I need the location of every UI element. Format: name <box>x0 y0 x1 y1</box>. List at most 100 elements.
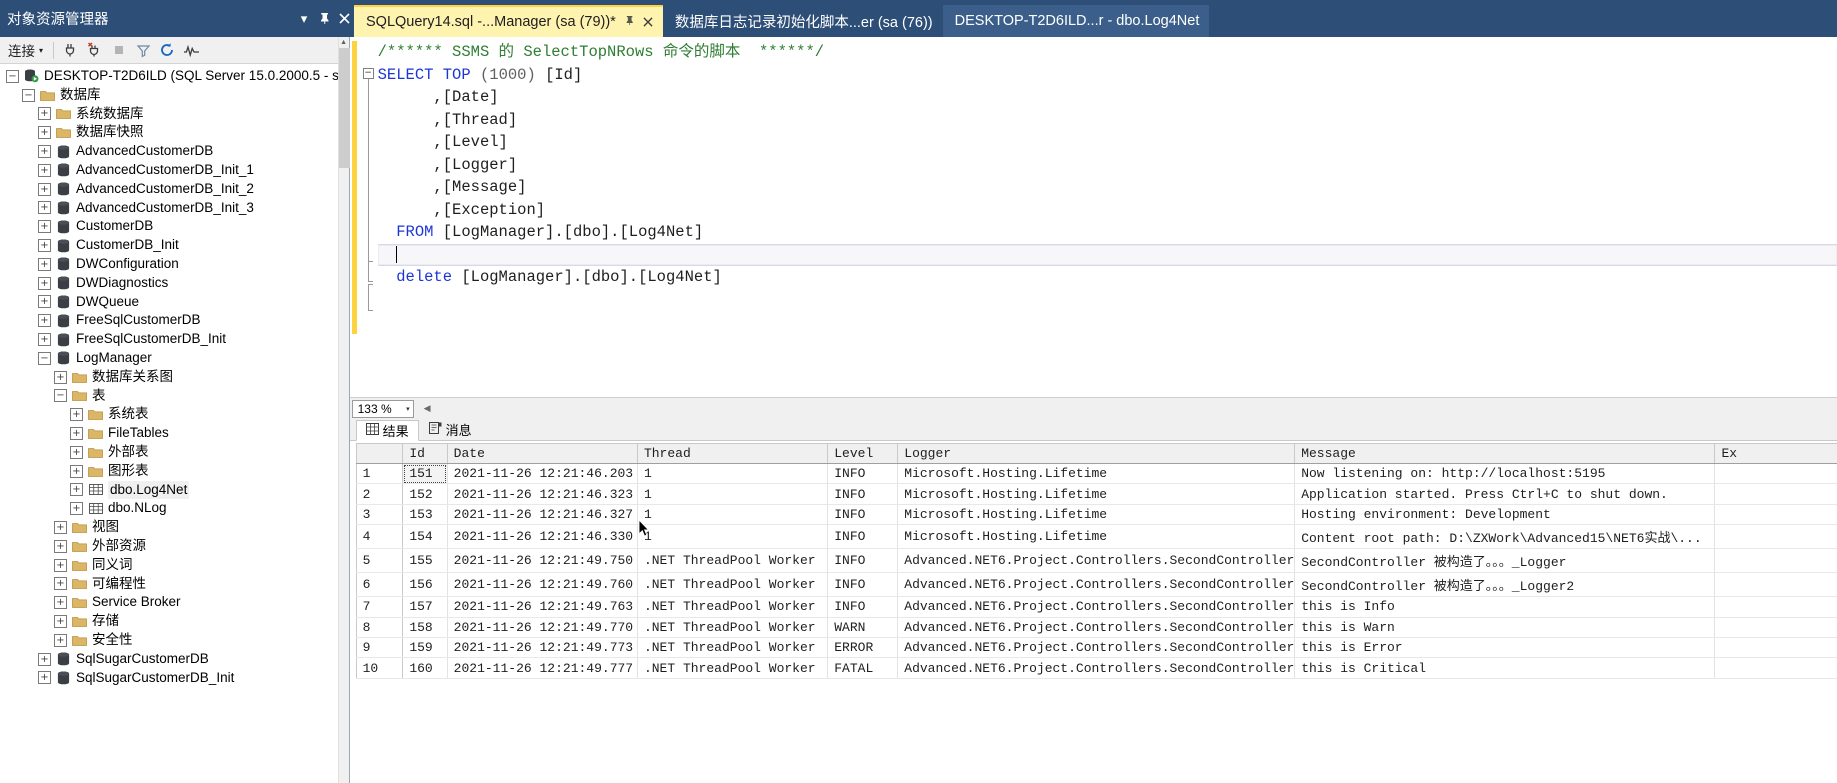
grid-cell-message[interactable]: Hosting environment: Development <box>1294 504 1716 526</box>
table-row[interactable]: 4 154 2021-11-26 12:21:46.330 1 INFO Microsof… <box>355 524 1837 550</box>
tab-dbo-log4net[interactable]: DESKTOP-T2D6ILD...r - dbo.Log4Net <box>942 5 1210 37</box>
table-row[interactable]: 8 158 2021-11-26 12:21:49.770 .NET ThreadPo… <box>355 617 1837 638</box>
connect-button[interactable]: 连接 ▾ <box>6 39 47 61</box>
row-number[interactable]: 2 <box>355 483 404 505</box>
grid-cell-level[interactable]: INFO <box>827 504 899 526</box>
tree-node[interactable]: − LogManager <box>0 349 349 368</box>
pin-icon[interactable] <box>625 15 634 29</box>
grid-cell-id[interactable]: 154 <box>402 524 448 550</box>
tree-node[interactable]: + DWQueue <box>0 293 349 312</box>
tree-node[interactable]: + CustomerDB <box>0 217 349 236</box>
row-number[interactable]: 3 <box>355 504 404 526</box>
grid-cell-level[interactable]: INFO <box>827 548 899 574</box>
table-row[interactable]: 2 152 2021-11-26 12:21:46.323 1 INFO Microsof… <box>355 483 1837 505</box>
tree-node[interactable]: + 视图 <box>0 518 349 537</box>
tab-sqlquery14[interactable]: SQLQuery14.sql -...Manager (sa (79))* <box>354 5 663 37</box>
tree-node[interactable]: + SqlSugarCustomerDB_Init <box>0 669 349 688</box>
refresh-icon[interactable] <box>156 39 178 61</box>
object-explorer-tree[interactable]: − DESKTOP-T2D6ILD (SQL Server 15.0.2000.5… <box>0 64 349 783</box>
tree-node[interactable]: + AdvancedCustomerDB_Init_1 <box>0 161 349 180</box>
filter-icon[interactable] <box>132 39 154 61</box>
expand-icon[interactable]: + <box>38 220 51 234</box>
grid-cell-date[interactable]: 2021-11-26 12:21:46.323 <box>447 483 638 505</box>
connect-plug-icon[interactable] <box>60 39 82 61</box>
tree-node[interactable]: + 同义词 <box>0 556 349 575</box>
grid-cell-message[interactable]: this is Info <box>1294 596 1716 618</box>
grid-cell-exception[interactable] <box>1714 637 1837 659</box>
grid-cell-date[interactable]: 2021-11-26 12:21:46.203 <box>447 463 638 485</box>
grid-cell-logger[interactable]: Advanced.NET6.Project.Controllers.Second… <box>897 657 1296 679</box>
tree-node[interactable]: + 图形表 <box>0 462 349 481</box>
expand-icon[interactable]: + <box>54 615 67 628</box>
grid-column-header[interactable]: Message <box>1294 443 1716 464</box>
collapse-icon[interactable]: − <box>6 69 19 83</box>
table-row[interactable]: 5 155 2021-11-26 12:21:49.750 .NET ThreadPo… <box>355 548 1837 574</box>
tree-node[interactable]: + 数据库快照 <box>0 123 349 142</box>
grid-cell-logger[interactable]: Advanced.NET6.Project.Controllers.Second… <box>897 596 1296 618</box>
row-number[interactable]: 4 <box>355 524 404 550</box>
expand-icon[interactable]: + <box>38 257 51 271</box>
tree-node[interactable]: − 表 <box>0 387 349 406</box>
tree-node[interactable]: + FreeSqlCustomerDB_Init <box>0 330 349 349</box>
grid-cell-logger[interactable]: Advanced.NET6.Project.Controllers.Second… <box>897 572 1296 598</box>
activity-monitor-icon[interactable] <box>180 39 202 61</box>
grid-cell-thread[interactable]: 1 <box>637 504 829 526</box>
grid-cell-thread[interactable]: 1 <box>637 463 829 485</box>
grid-cell-level[interactable]: WARN <box>827 617 899 638</box>
tree-node[interactable]: + dbo.NLog <box>0 499 349 518</box>
tree-node[interactable]: + FreeSqlCustomerDB <box>0 311 349 330</box>
grid-cell-date[interactable]: 2021-11-26 12:21:49.750 <box>447 548 638 574</box>
row-number[interactable]: 7 <box>355 596 404 618</box>
grid-cell-level[interactable]: INFO <box>827 463 899 485</box>
grid-cell-id[interactable]: 157 <box>402 596 448 618</box>
sql-editor[interactable]: − /****** SSMS 的 SelectTopNRows 命令的脚本 **… <box>349 37 1837 397</box>
tree-node[interactable]: + 系统数据库 <box>0 105 349 124</box>
grid-cell-logger[interactable]: Advanced.NET6.Project.Controllers.Second… <box>897 637 1296 659</box>
grid-cell-thread[interactable]: 1 <box>637 483 829 505</box>
row-number[interactable]: 1 <box>355 463 404 485</box>
grid-cell-level[interactable]: INFO <box>827 596 899 618</box>
collapse-icon[interactable]: − <box>38 351 51 365</box>
expand-icon[interactable]: + <box>54 521 67 535</box>
expand-icon[interactable]: + <box>70 502 83 516</box>
collapse-icon[interactable]: − <box>22 88 35 102</box>
grid-column-header[interactable]: Logger <box>897 443 1296 464</box>
scroll-up-arrow[interactable]: ▲ <box>339 37 349 48</box>
tree-node[interactable]: − 数据库 <box>0 86 349 105</box>
grid-cell-message[interactable]: this is Warn <box>1294 617 1716 638</box>
expand-icon[interactable]: + <box>38 145 51 159</box>
expand-icon[interactable]: + <box>38 201 51 215</box>
close-icon[interactable] <box>643 14 653 30</box>
grid-cell-id[interactable]: 158 <box>402 617 448 638</box>
table-row[interactable]: 3 153 2021-11-26 12:21:46.327 1 INFO Microsof… <box>355 504 1837 526</box>
grid-body[interactable]: 1 151 2021-11-26 12:21:46.203 1 INFO Microsof… <box>355 463 1837 679</box>
expand-icon[interactable]: + <box>38 107 51 121</box>
grid-cell-logger[interactable]: Microsoft.Hosting.Lifetime <box>897 463 1296 485</box>
grid-cell-date[interactable]: 2021-11-26 12:21:46.327 <box>447 504 638 526</box>
expand-icon[interactable]: + <box>70 464 83 478</box>
grid-cell-id[interactable]: 155 <box>402 548 448 574</box>
tree-node[interactable]: + dbo.Log4Net <box>0 480 349 500</box>
expand-icon[interactable]: + <box>38 126 51 140</box>
grid-cell-thread[interactable]: .NET ThreadPool Worker <box>637 596 829 618</box>
expand-icon[interactable]: + <box>70 483 83 497</box>
fold-collapse-icon[interactable]: − <box>362 68 374 79</box>
grid-cell-exception[interactable] <box>1714 483 1837 505</box>
grid-cell-message[interactable]: this is Critical <box>1294 657 1716 679</box>
expand-icon[interactable]: + <box>38 314 51 328</box>
grid-cell-message[interactable]: Content root path: D:\ZXWork\Advanced15\… <box>1294 524 1716 550</box>
chevron-down-icon[interactable]: ▾ <box>294 8 314 30</box>
grid-cell-logger[interactable]: Advanced.NET6.Project.Controllers.Second… <box>897 548 1296 574</box>
grid-column-header[interactable]: Ex <box>1714 443 1837 464</box>
tab-log-init-script[interactable]: 数据库日志记录初始化脚本...er (sa (76)) <box>662 5 943 37</box>
row-number[interactable]: 8 <box>355 617 404 638</box>
grid-column-header[interactable]: Date <box>447 443 638 464</box>
tree-node[interactable]: + 外部资源 <box>0 537 349 556</box>
expand-icon[interactable]: + <box>54 370 67 384</box>
grid-cell-exception[interactable] <box>1714 617 1837 638</box>
tree-node[interactable]: + 外部表 <box>0 443 349 462</box>
tree-node[interactable]: + 数据库关系图 <box>0 368 349 387</box>
editor-fold-margin[interactable]: − <box>359 37 378 397</box>
grid-cell-thread[interactable]: .NET ThreadPool Worker <box>637 617 829 638</box>
grid-cell-id[interactable]: 160 <box>402 657 448 679</box>
